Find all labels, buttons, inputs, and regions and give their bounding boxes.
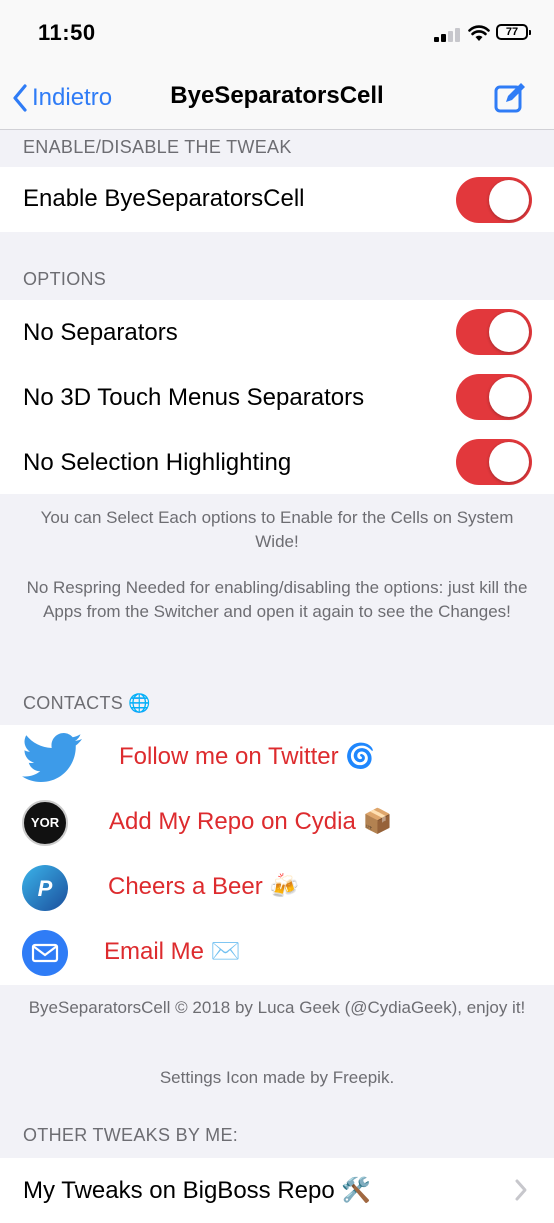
enable-label: Enable ByeSeparatorsCell: [23, 185, 305, 212]
wifi-icon: [468, 25, 490, 41]
bigboss-repo-label: My Tweaks on BigBoss Repo 🛠️: [23, 1177, 372, 1204]
toggle-knob: [489, 180, 529, 220]
svg-text:P: P: [38, 876, 53, 901]
section-header-options: OPTIONS: [23, 269, 107, 289]
option-label: No Selection Highlighting: [23, 449, 292, 476]
no-separators-toggle[interactable]: [456, 309, 532, 355]
navigation-bar: Indietro ByeSeparatorsCell: [0, 66, 554, 130]
option-row: No Separators: [0, 300, 554, 365]
follow-twitter-button[interactable]: Follow me on Twitter 🌀: [0, 725, 554, 790]
option-row: No 3D Touch Menus Separators: [0, 365, 554, 430]
enable-row: Enable ByeSeparatorsCell: [0, 167, 554, 232]
options-footer-2: No Respring Needed for enabling/disablin…: [26, 578, 528, 621]
cellular-signal-icon: [434, 26, 462, 42]
paypal-icon: P: [22, 865, 68, 911]
option-label: No 3D Touch Menus Separators: [23, 384, 365, 411]
contact-label: Add My Repo on Cydia 📦: [109, 808, 393, 835]
repo-logo-icon: YOR: [22, 800, 68, 846]
status-bar: 11:50 77: [0, 0, 554, 66]
other-group: My Tweaks on BigBoss Repo 🛠️: [0, 1158, 554, 1223]
contact-label: Cheers a Beer 🍻: [108, 873, 300, 900]
contact-label: Email Me ✉️: [104, 938, 241, 965]
no-3d-touch-separators-toggle[interactable]: [456, 374, 532, 420]
toggle-knob: [489, 442, 529, 482]
credits-line-1: ByeSeparatorsCell © 2018 by Luca Geek (@…: [28, 998, 526, 1017]
bigboss-repo-row[interactable]: My Tweaks on BigBoss Repo 🛠️: [0, 1158, 554, 1223]
repo-logo-text: YOR: [30, 815, 60, 830]
section-header-contacts: CONTACTS 🌐: [23, 693, 152, 713]
contact-label: Follow me on Twitter 🌀: [119, 743, 376, 770]
email-me-button[interactable]: Email Me ✉️: [0, 920, 554, 985]
add-repo-button[interactable]: YOR Add My Repo on Cydia 📦: [0, 790, 554, 855]
page-title: ByeSeparatorsCell: [170, 82, 384, 109]
mail-icon: [22, 930, 68, 976]
contacts-group: Follow me on Twitter 🌀 YOR Add My Repo o…: [0, 725, 554, 985]
toggle-knob: [489, 312, 529, 352]
chevron-right-icon: [515, 1179, 527, 1201]
credits-line-2: Settings Icon made by Freepik.: [159, 1068, 395, 1087]
status-time: 11:50: [38, 20, 96, 45]
section-header-enable: ENABLE/DISABLE THE TWEAK: [23, 137, 292, 157]
enable-group: Enable ByeSeparatorsCell: [0, 167, 554, 232]
no-selection-highlighting-toggle[interactable]: [456, 439, 532, 485]
options-group: No Separators No 3D Touch Menus Separato…: [0, 300, 554, 494]
option-row: No Selection Highlighting: [0, 430, 554, 495]
twitter-bird-icon: [22, 733, 82, 782]
enable-toggle[interactable]: [456, 177, 532, 223]
cheers-beer-button[interactable]: P Cheers a Beer 🍻: [0, 855, 554, 920]
option-label: No Separators: [23, 319, 178, 346]
compose-icon[interactable]: [492, 80, 528, 116]
section-header-other: OTHER TWEAKS BY ME:: [23, 1125, 239, 1145]
options-footer-1: You can Select Each options to Enable fo…: [40, 508, 514, 551]
battery-icon: 77: [496, 24, 531, 40]
toggle-knob: [489, 377, 529, 417]
